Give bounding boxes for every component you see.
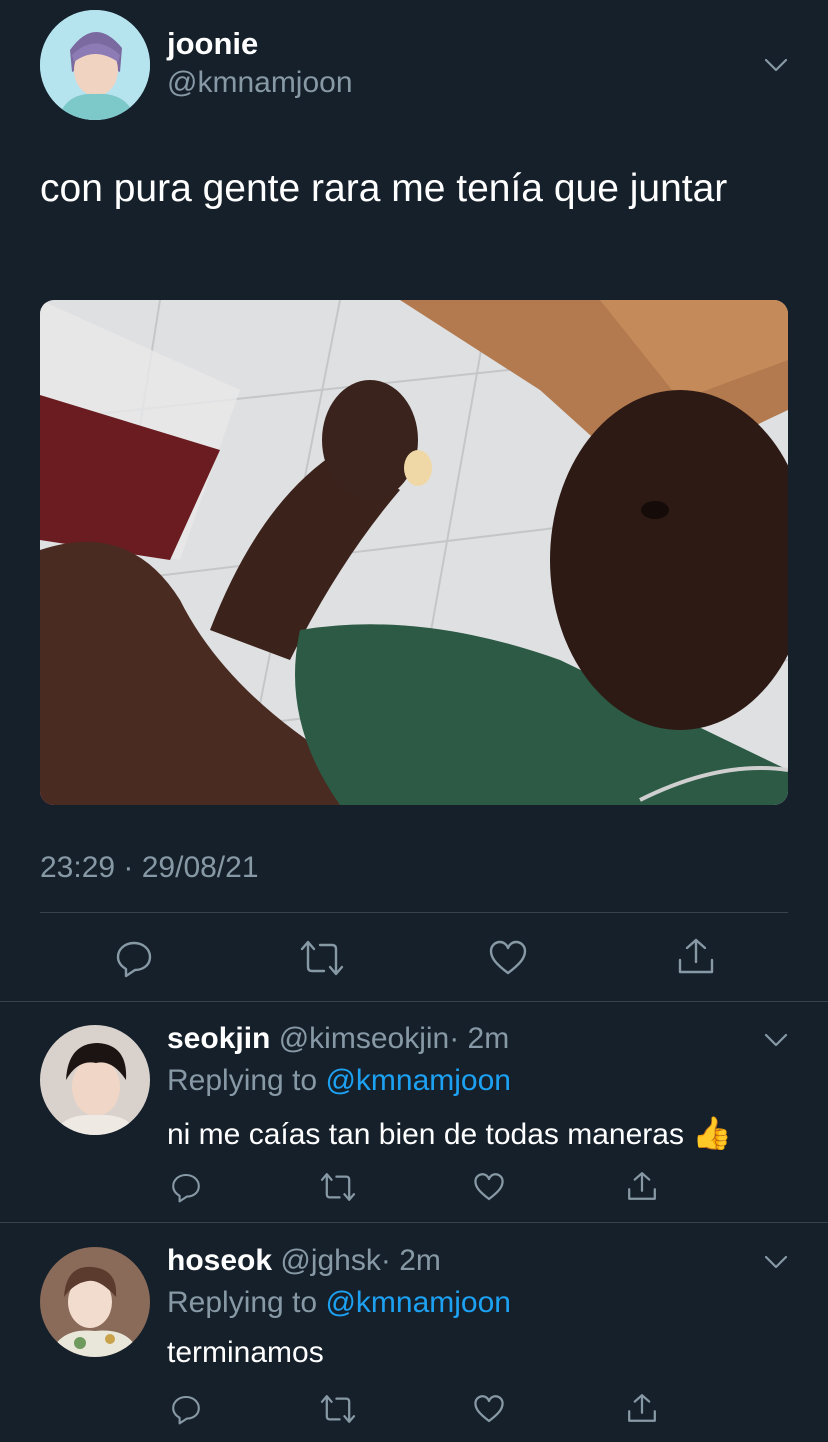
reply-icon[interactable]	[170, 1171, 202, 1203]
like-icon[interactable]	[488, 938, 528, 978]
retweet-icon[interactable]	[320, 1393, 356, 1425]
like-icon[interactable]	[473, 1393, 505, 1425]
share-icon[interactable]	[626, 1170, 658, 1202]
avatar-joonie[interactable]	[40, 10, 150, 120]
reply-time[interactable]: · 2m	[449, 1022, 509, 1055]
reply-time[interactable]: · 2m	[381, 1244, 441, 1277]
retweet-icon[interactable]	[320, 1171, 356, 1203]
replying-to-label: Replying to	[167, 1286, 318, 1319]
share-icon[interactable]	[626, 1392, 658, 1424]
reply-text: terminamos	[167, 1336, 324, 1369]
reply-display-name[interactable]: hoseok	[167, 1244, 272, 1277]
reply-icon[interactable]	[114, 938, 154, 978]
replying-to-link[interactable]: @kmnamjoon	[325, 1286, 511, 1319]
divider	[40, 912, 788, 913]
reply-header: seokjin @kimseokjin· 2m	[167, 1022, 509, 1056]
reply-icon[interactable]	[170, 1393, 202, 1425]
reply-header: hoseok @jghsk· 2m	[167, 1244, 441, 1278]
replying-to-label: Replying to	[167, 1064, 318, 1097]
replying-to: Replying to @kmnamjoon	[167, 1064, 511, 1098]
retweet-icon[interactable]	[300, 938, 344, 978]
tweet-timestamp[interactable]: 23:29 · 29/08/21	[40, 851, 259, 885]
share-icon[interactable]	[676, 936, 716, 976]
tweet-text: con pura gente rara me tenía que juntar	[40, 167, 728, 210]
chevron-down-icon[interactable]	[763, 1027, 789, 1053]
reply-text: ni me caías tan bien de todas maneras 👍	[167, 1114, 732, 1152]
divider	[0, 1001, 828, 1002]
reply-handle[interactable]: @kimseokjin	[279, 1022, 450, 1055]
chevron-down-icon[interactable]	[763, 1249, 789, 1275]
tweet-media-image[interactable]	[40, 300, 788, 805]
like-icon[interactable]	[473, 1171, 505, 1203]
reply-handle[interactable]: @jghsk	[280, 1244, 381, 1277]
thumbs-up-icon: 👍	[692, 1115, 733, 1151]
author-handle[interactable]: @kmnamjoon	[167, 66, 353, 100]
avatar-seokjin[interactable]	[40, 1025, 150, 1135]
replying-to-link[interactable]: @kmnamjoon	[325, 1064, 511, 1097]
avatar-hoseok[interactable]	[40, 1247, 150, 1357]
chevron-down-icon[interactable]	[763, 52, 789, 78]
replying-to: Replying to @kmnamjoon	[167, 1286, 511, 1320]
reply-text-content: ni me caías tan bien de todas maneras	[167, 1118, 684, 1151]
reply-display-name[interactable]: seokjin	[167, 1022, 270, 1055]
author-display-name[interactable]: joonie	[167, 26, 258, 62]
divider	[0, 1222, 828, 1223]
